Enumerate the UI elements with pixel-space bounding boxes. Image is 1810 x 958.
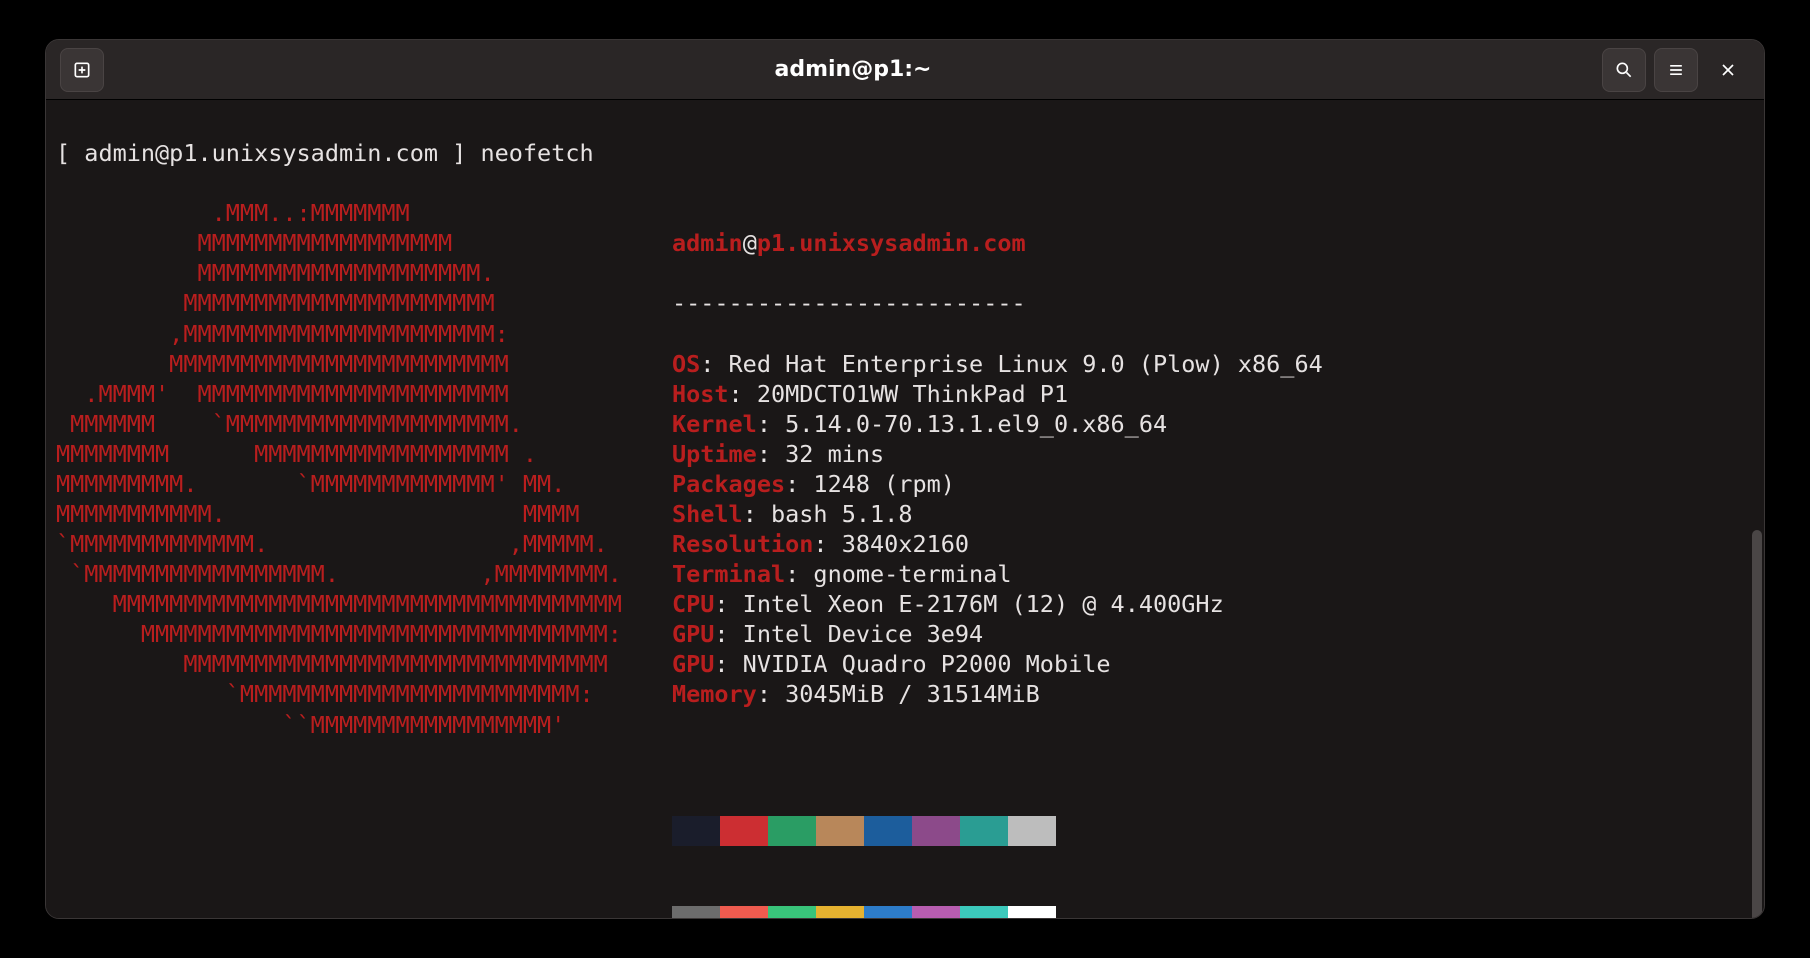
color-swatch xyxy=(864,816,912,846)
search-button[interactable] xyxy=(1602,48,1646,92)
logo-line: MMMMMMMMMMMMMMMMMMMMMM xyxy=(56,288,622,318)
logo-line: ``MMMMMMMMMMMMMMMMM' xyxy=(56,710,622,740)
info-separator: ------------------------- xyxy=(672,288,1323,318)
color-swatch xyxy=(672,816,720,846)
color-swatch xyxy=(960,816,1008,846)
color-swatch xyxy=(720,906,768,918)
command-text: neofetch xyxy=(480,139,593,167)
info-row: Terminal: gnome-terminal xyxy=(672,559,1323,589)
shell-prompt: [ admin@p1.unixsysadmin.com ] xyxy=(56,139,480,167)
info-row: CPU: Intel Xeon E-2176M (12) @ 4.400GHz xyxy=(672,589,1323,619)
new-tab-icon xyxy=(72,60,92,80)
color-swatch xyxy=(816,816,864,846)
color-swatch xyxy=(720,816,768,846)
info-host: p1.unixsysadmin.com xyxy=(757,229,1026,257)
info-value: : bash 5.1.8 xyxy=(743,500,913,528)
info-value: : 3045MiB / 31514MiB xyxy=(757,680,1040,708)
info-value: : Red Hat Enterprise Linux 9.0 (Plow) x8… xyxy=(700,350,1323,378)
ascii-logo: .MMM..:MMMMMMM MMMMMMMMMMMMMMMMMM MMMMMM… xyxy=(56,198,622,918)
info-row: Packages: 1248 (rpm) xyxy=(672,469,1323,499)
logo-line: MMMMMMMMMMMMMMMMMMMMMMMM xyxy=(56,349,622,379)
info-label: Memory xyxy=(672,680,757,708)
info-at: @ xyxy=(743,229,757,257)
logo-line: MMMMMMMMM. `MMMMMMMMMMMMM' MM. xyxy=(56,469,622,499)
close-icon xyxy=(1718,60,1738,80)
color-swatch xyxy=(912,906,960,918)
info-value: : 1248 (rpm) xyxy=(785,470,955,498)
info-label: Uptime xyxy=(672,440,757,468)
logo-line: MMMMMMMMMMMMMMMMMMMMMMMMMMMMMMMMM: xyxy=(56,619,622,649)
info-label: CPU xyxy=(672,590,714,618)
titlebar: admin@p1:~ xyxy=(46,40,1764,100)
logo-line: MMMMMMMMMMMMMMMMMMMMMMMMMMMMMMMMMMMM xyxy=(56,589,622,619)
terminal-window: admin@p1:~ xyxy=(45,39,1765,919)
window-title: admin@p1:~ xyxy=(108,57,1598,82)
logo-line: `MMMMMMMMMMMMMMMMM. ,MMMMMMMM. xyxy=(56,559,622,589)
info-value: : 32 mins xyxy=(757,440,884,468)
logo-line: MMMMMMMMMMMMMMMMMMMM. xyxy=(56,258,622,288)
color-swatch xyxy=(672,906,720,918)
logo-line: MMMMMMMM MMMMMMMMMMMMMMMMMM . xyxy=(56,439,622,469)
info-row: Kernel: 5.14.0-70.13.1.el9_0.x86_64 xyxy=(672,409,1323,439)
info-label: Kernel xyxy=(672,410,757,438)
color-swatch xyxy=(1008,906,1056,918)
logo-line: MMMMMM `MMMMMMMMMMMMMMMMMMMM. xyxy=(56,409,622,439)
color-swatch xyxy=(816,906,864,918)
system-info: admin@p1.unixsysadmin.com --------------… xyxy=(672,198,1323,918)
color-swatch xyxy=(1008,816,1056,846)
color-swatch xyxy=(864,906,912,918)
info-row: OS: Red Hat Enterprise Linux 9.0 (Plow) … xyxy=(672,349,1323,379)
info-label: GPU xyxy=(672,620,714,648)
menu-button[interactable] xyxy=(1654,48,1698,92)
color-swatch xyxy=(960,906,1008,918)
logo-line: .MMM..:MMMMMMM xyxy=(56,198,622,228)
info-value: : gnome-terminal xyxy=(785,560,1011,588)
logo-line: MMMMMMMMMMM. MMMM xyxy=(56,499,622,529)
close-button[interactable] xyxy=(1706,48,1750,92)
color-palette xyxy=(672,756,1323,918)
logo-line: MMMMMMMMMMMMMMMMMMMMMMMMMMMMMM xyxy=(56,649,622,679)
logo-line: ,MMMMMMMMMMMMMMMMMMMMMM: xyxy=(56,319,622,349)
info-row: GPU: NVIDIA Quadro P2000 Mobile xyxy=(672,649,1323,679)
hamburger-icon xyxy=(1666,60,1686,80)
info-label: Terminal xyxy=(672,560,785,588)
info-row: Resolution: 3840x2160 xyxy=(672,529,1323,559)
info-value: : NVIDIA Quadro P2000 Mobile xyxy=(714,650,1110,678)
info-label: Packages xyxy=(672,470,785,498)
info-value: : 20MDCTO1WW ThinkPad P1 xyxy=(729,380,1069,408)
logo-line: `MMMMMMMMMMMMMMMMMMMMMMMM: xyxy=(56,679,622,709)
color-swatch xyxy=(768,906,816,918)
color-swatch xyxy=(768,816,816,846)
info-label: OS xyxy=(672,350,700,378)
terminal-body[interactable]: [ admin@p1.unixsysadmin.com ] neofetch .… xyxy=(46,100,1764,918)
scrollbar[interactable] xyxy=(1752,530,1762,919)
logo-line: `MMMMMMMMMMMMM. ,MMMMM. xyxy=(56,529,622,559)
neofetch-output: .MMM..:MMMMMMM MMMMMMMMMMMMMMMMMM MMMMMM… xyxy=(56,198,1754,918)
info-value: : Intel Device 3e94 xyxy=(714,620,983,648)
logo-line: MMMMMMMMMMMMMMMMMM xyxy=(56,228,622,258)
new-tab-button[interactable] xyxy=(60,48,104,92)
info-user: admin xyxy=(672,229,743,257)
info-row: Memory: 3045MiB / 31514MiB xyxy=(672,679,1323,709)
info-label: Resolution xyxy=(672,530,813,558)
color-swatch xyxy=(912,816,960,846)
search-icon xyxy=(1614,60,1634,80)
info-row: GPU: Intel Device 3e94 xyxy=(672,619,1323,649)
info-value: : 5.14.0-70.13.1.el9_0.x86_64 xyxy=(757,410,1167,438)
info-row: Uptime: 32 mins xyxy=(672,439,1323,469)
info-label: Shell xyxy=(672,500,743,528)
info-row: Host: 20MDCTO1WW ThinkPad P1 xyxy=(672,379,1323,409)
info-value: : Intel Xeon E-2176M (12) @ 4.400GHz xyxy=(714,590,1223,618)
info-label: GPU xyxy=(672,650,714,678)
info-row: Shell: bash 5.1.8 xyxy=(672,499,1323,529)
info-value: : 3840x2160 xyxy=(813,530,969,558)
logo-line: .MMMM' MMMMMMMMMMMMMMMMMMMMMM xyxy=(56,379,622,409)
info-label: Host xyxy=(672,380,729,408)
